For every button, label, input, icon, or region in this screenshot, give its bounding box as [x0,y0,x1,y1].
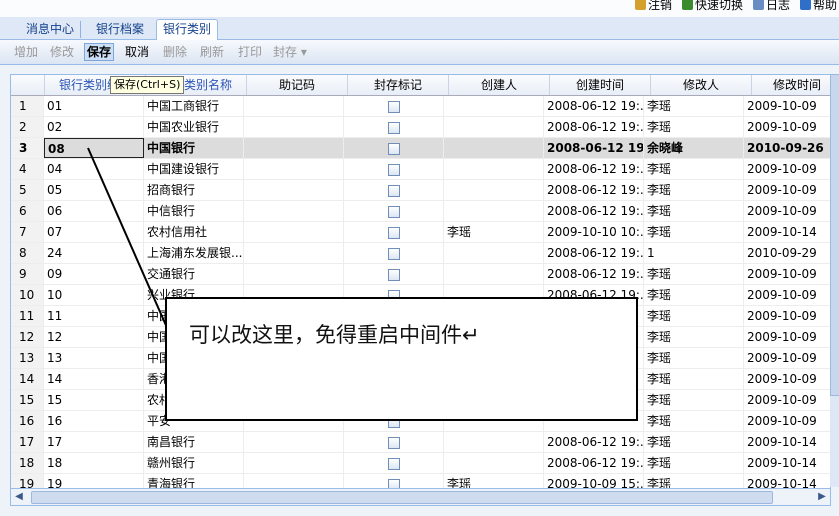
annotation-arrow-line [87,147,169,331]
annotation-callout: 可以改这里，免得重启中间件↵ [165,297,638,421]
annotation-line [87,147,169,331]
annotation-text: 可以改这里，免得重启中间件↵ [189,323,480,347]
